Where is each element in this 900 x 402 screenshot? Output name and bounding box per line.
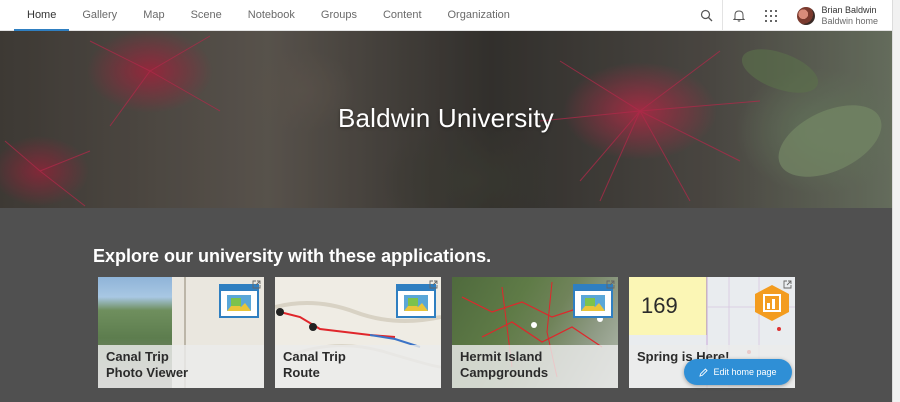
external-link-icon xyxy=(429,280,438,289)
external-link-icon xyxy=(783,280,792,289)
app-card-canal-trip-photo-viewer[interactable]: Canal Trip Photo Viewer xyxy=(98,277,264,388)
user-menu[interactable]: Brian Baldwin Baldwin home xyxy=(787,0,892,31)
page: Home Gallery Map Scene Notebook Groups C… xyxy=(0,0,900,402)
card-title-line2: Photo Viewer xyxy=(106,365,189,380)
scrollbar[interactable] xyxy=(892,0,900,402)
card-title-line1: Canal Trip xyxy=(106,349,169,364)
web-app-icon xyxy=(573,284,613,318)
external-link-icon xyxy=(252,280,261,289)
card-title: Canal Trip Route xyxy=(275,345,441,388)
notifications-button[interactable] xyxy=(723,0,755,31)
nav-right: Brian Baldwin Baldwin home xyxy=(690,0,892,31)
card-title: Hermit Island Campgrounds xyxy=(452,345,618,388)
dashboard-icon xyxy=(755,285,789,321)
app-card-canal-trip-route[interactable]: Canal Trip Route xyxy=(275,277,441,388)
app-launcher-icon xyxy=(765,9,778,22)
nav-item-notebook[interactable]: Notebook xyxy=(235,0,308,30)
card-title-line2: Route xyxy=(283,365,320,380)
nav-item-home[interactable]: Home xyxy=(14,0,70,31)
card-title-line2: Campgrounds xyxy=(460,365,549,380)
user-subtitle: Baldwin home xyxy=(821,15,878,26)
user-text: Brian Baldwin Baldwin home xyxy=(821,5,878,27)
nav-item-organization[interactable]: Organization xyxy=(435,0,523,30)
web-app-icon xyxy=(396,284,436,318)
search-icon xyxy=(700,9,713,22)
edit-home-page-label: Edit home page xyxy=(713,367,777,377)
web-app-icon xyxy=(219,284,259,318)
hero-title: Baldwin University xyxy=(337,103,554,133)
card-title-line1: Hermit Island xyxy=(460,349,543,364)
bell-icon xyxy=(733,10,746,22)
avatar xyxy=(797,6,816,25)
top-navigation: Home Gallery Map Scene Notebook Groups C… xyxy=(0,0,892,31)
nav-items: Home Gallery Map Scene Notebook Groups C… xyxy=(0,0,523,31)
app-launcher-button[interactable] xyxy=(755,0,787,31)
pencil-icon xyxy=(699,367,709,377)
card-title: Canal Trip Photo Viewer xyxy=(98,345,264,388)
hero-banner: Baldwin University xyxy=(0,31,892,208)
user-name: Brian Baldwin xyxy=(821,4,877,15)
app-card-hermit-island-campgrounds[interactable]: Hermit Island Campgrounds xyxy=(452,277,618,388)
external-link-icon xyxy=(606,280,615,289)
search-button[interactable] xyxy=(690,0,722,31)
edit-home-page-button[interactable]: Edit home page xyxy=(684,359,792,385)
nav-item-gallery[interactable]: Gallery xyxy=(69,0,130,30)
card-title-line1: Canal Trip xyxy=(283,349,346,364)
nav-item-content[interactable]: Content xyxy=(370,0,435,30)
nav-item-groups[interactable]: Groups xyxy=(308,0,370,30)
nav-item-scene[interactable]: Scene xyxy=(178,0,235,30)
nav-item-map[interactable]: Map xyxy=(130,0,177,30)
section-heading: Explore our university with these applic… xyxy=(93,246,492,266)
